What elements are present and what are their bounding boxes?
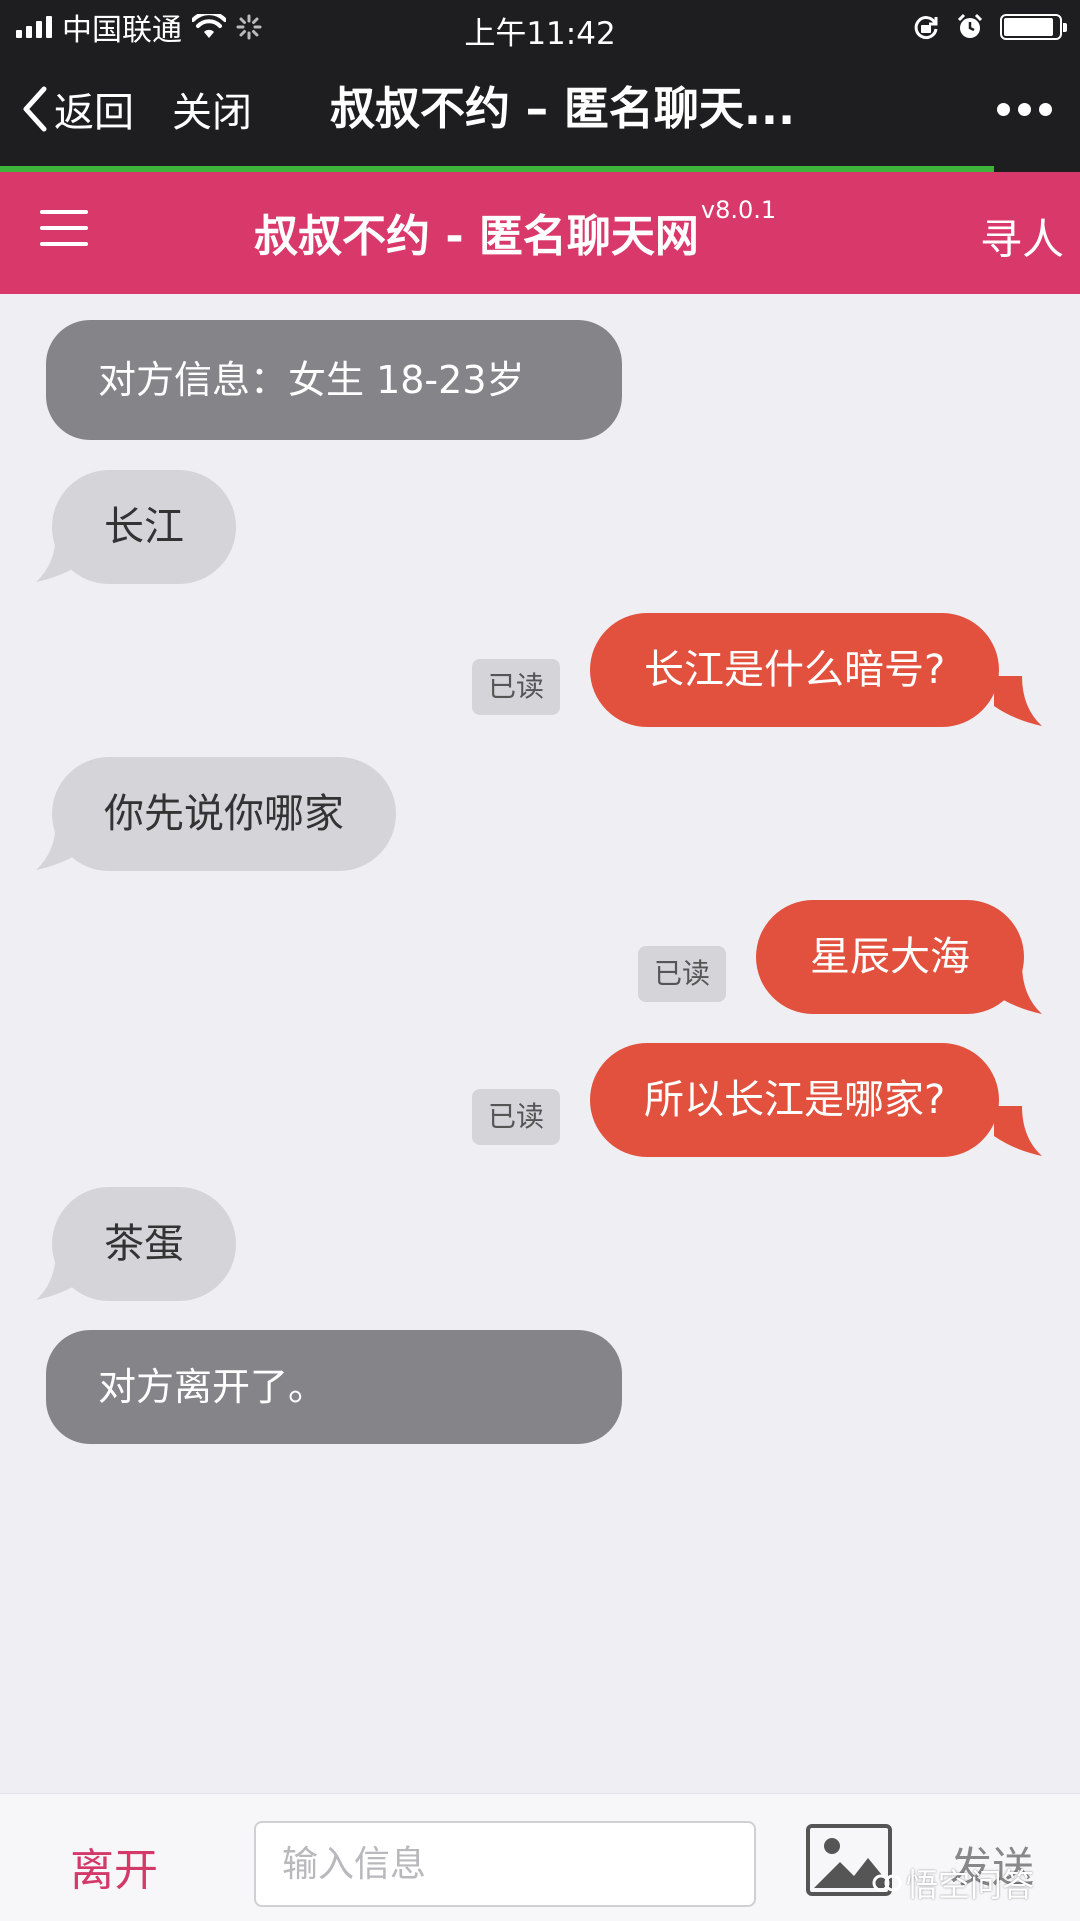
webview-navbar: 返回 关闭 叔叔不约 – 匿名聊天... [0, 54, 1080, 166]
more-dots-icon [997, 102, 1010, 116]
menu-icon[interactable] [40, 210, 88, 250]
incoming-message: 茶蛋 [52, 1187, 236, 1301]
app-title: 叔叔不约 - 匿名聊天网v8.0.1 [254, 196, 776, 264]
page-title: 叔叔不约 – 匿名聊天... [330, 82, 796, 135]
back-label: 返回 [54, 90, 134, 136]
outgoing-message: 所以长江是哪家? [590, 1043, 1000, 1157]
app-title-text: 叔叔不约 - 匿名聊天网 [254, 211, 699, 262]
partner-left-notice: 对方离开了。 [46, 1330, 622, 1444]
bubble-tail [994, 676, 1042, 726]
watermark-text: 悟空问答 [906, 1866, 1035, 1904]
outgoing-message: 长江是什么暗号? [590, 613, 1000, 727]
read-receipt: 已读 [472, 1089, 560, 1145]
incoming-message: 长江 [52, 470, 236, 584]
find-people-button[interactable]: 寻人 [980, 206, 1064, 267]
battery-icon [1000, 14, 1067, 40]
partner-info-notice: 对方信息：女生 18-23岁 [46, 320, 622, 440]
incoming-message: 你先说你哪家 [52, 757, 396, 871]
leave-button[interactable]: 离开 [70, 1834, 158, 1898]
chevron-left-icon [23, 86, 47, 132]
outgoing-message: 星辰大海 [756, 900, 1024, 1014]
bubble-tail [994, 1106, 1042, 1156]
message-input[interactable] [254, 1821, 756, 1907]
rotation-lock-icon [914, 16, 938, 39]
more-button[interactable] [997, 78, 1052, 140]
close-button[interactable]: 关闭 [172, 78, 252, 140]
app-header: 叔叔不约 - 匿名聊天网v8.0.1 寻人 [0, 172, 1080, 294]
app-version: v8.0.1 [700, 196, 777, 224]
back-button[interactable]: 返回 [22, 78, 134, 140]
status-bar: 中国联通 上午11:42 [0, 0, 1080, 54]
read-receipt: 已读 [472, 659, 560, 715]
wukong-logo-icon [872, 1874, 902, 1892]
status-right [912, 10, 1067, 44]
alarm-icon [957, 13, 983, 38]
read-receipt: 已读 [638, 946, 726, 1002]
watermark: 悟空问答 [872, 1860, 1034, 1906]
close-label: 关闭 [172, 90, 252, 136]
chat-footer: 离开 发送 悟空问答 [0, 1793, 1080, 1921]
